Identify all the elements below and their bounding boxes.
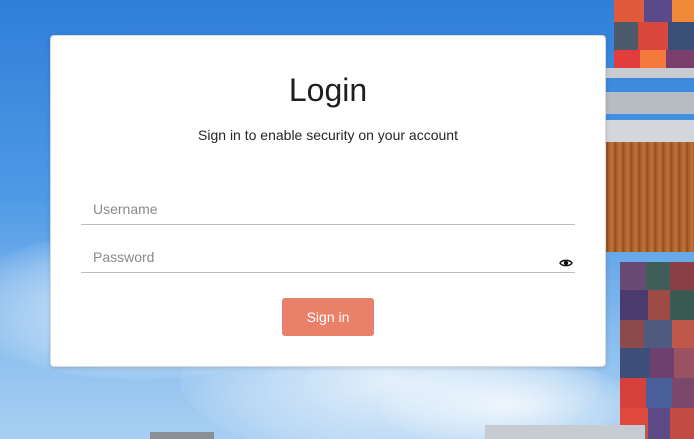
- password-field: [81, 244, 575, 273]
- username-input[interactable]: [81, 196, 553, 222]
- username-field: [81, 196, 575, 225]
- password-input[interactable]: [81, 244, 553, 270]
- login-card: Login Sign in to enable security on your…: [50, 35, 606, 367]
- login-title: Login: [288, 72, 368, 108]
- colorful-building: [594, 0, 694, 439]
- login-subtitle: Sign in to enable security on your accou…: [198, 127, 458, 143]
- building-roof: [485, 425, 645, 439]
- sign-in-button[interactable]: Sign in: [282, 298, 374, 336]
- eye-icon[interactable]: [559, 256, 573, 270]
- building-roof: [150, 432, 214, 439]
